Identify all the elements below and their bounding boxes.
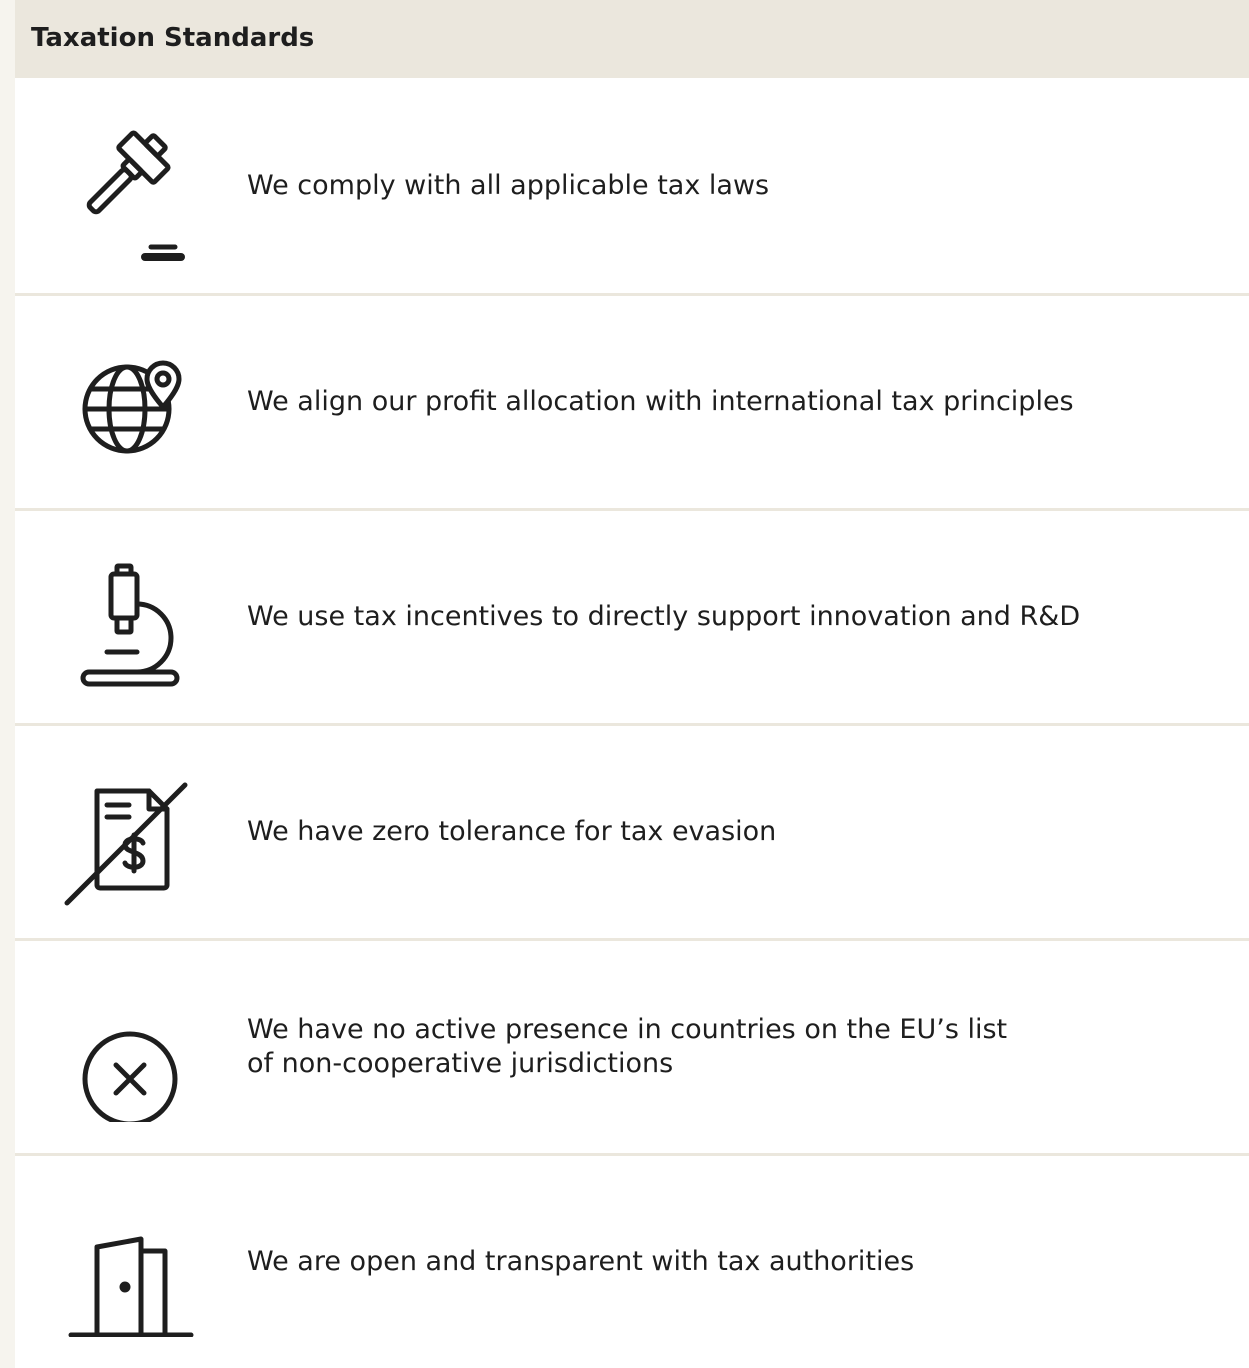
standard-text: We have zero tolerance for tax evasion [247, 815, 1147, 849]
standard-text: We align our profit allocation with inte… [247, 385, 1147, 419]
gavel-icon [55, 111, 205, 261]
taxation-standards-panel: Taxation Standards We comply with all ap… [15, 0, 1249, 1368]
standard-text: We have no active presence in countries … [247, 1013, 1147, 1081]
standard-row: We comply with all applicable tax laws [15, 78, 1249, 293]
door-icon [55, 1187, 205, 1337]
standard-text: We comply with all applicable tax laws [247, 169, 1147, 203]
no-tax-evasion-icon [55, 757, 205, 907]
globe-pin-icon [55, 327, 205, 477]
x-circle-icon [55, 972, 205, 1122]
standard-text-line: We are open and transparent with tax aut… [247, 1246, 915, 1277]
standard-text-line: We align our profit allocation with inte… [247, 386, 1074, 417]
standard-text: We are open and transparent with tax aut… [247, 1245, 1147, 1279]
standard-row: We use tax incentives to directly suppor… [15, 508, 1249, 723]
standard-text-line: We have no active presence in countries … [247, 1014, 1008, 1045]
standard-text: We use tax incentives to directly suppor… [247, 600, 1147, 634]
standard-text-line: We use tax incentives to directly suppor… [247, 601, 1081, 632]
standard-text-line: of non-cooperative jurisdictions [247, 1048, 674, 1079]
standard-text-line: We comply with all applicable tax laws [247, 169, 770, 201]
standard-row: We have zero tolerance for tax evasion [15, 723, 1249, 938]
standard-row: We are open and transparent with tax aut… [15, 1153, 1249, 1368]
panel-title: Taxation Standards [31, 23, 315, 53]
panel-header: Taxation Standards [15, 0, 1249, 78]
standard-text-line: We have zero tolerance for tax evasion [247, 816, 777, 847]
standard-row: We align our profit allocation with inte… [15, 293, 1249, 508]
standard-row: We have no active presence in countries … [15, 938, 1249, 1153]
microscope-icon [55, 542, 205, 692]
